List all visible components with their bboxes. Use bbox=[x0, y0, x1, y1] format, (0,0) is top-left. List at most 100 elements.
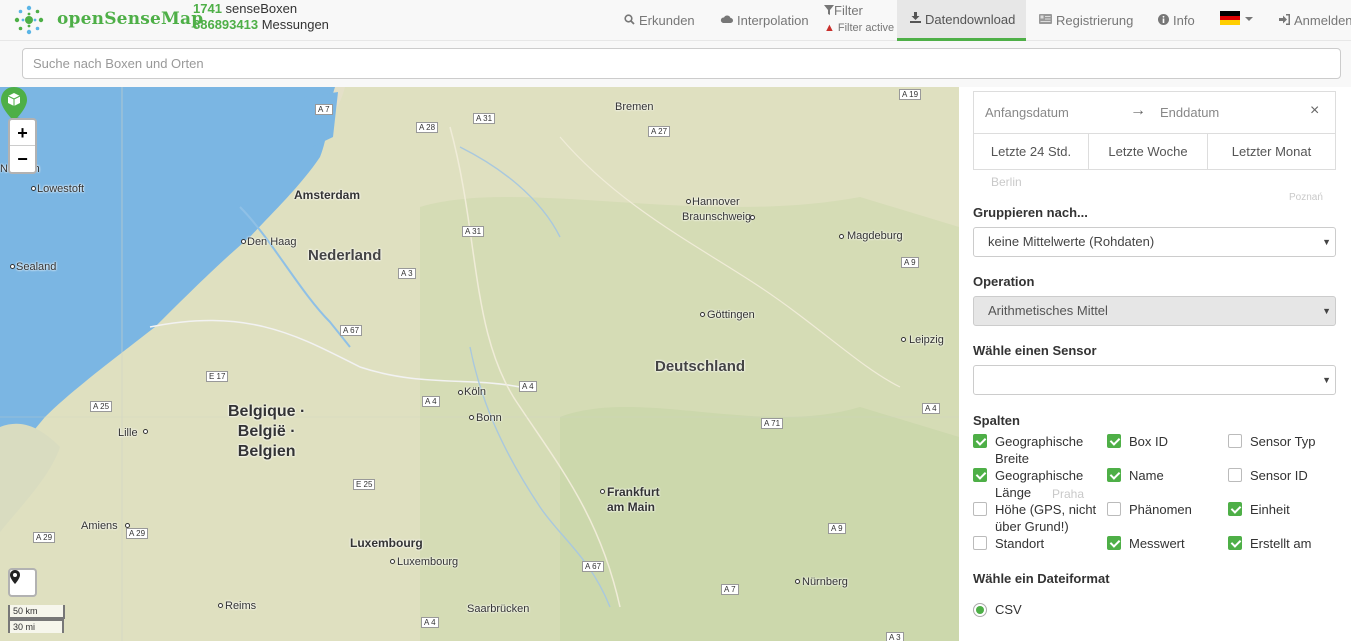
nav-explore[interactable]: Erkunden bbox=[624, 0, 695, 41]
road-shield: A 7 bbox=[721, 584, 739, 595]
checkbox-box[interactable] bbox=[973, 468, 987, 482]
map-bg-label-berlin: Berlin bbox=[991, 175, 1022, 189]
map-scale: 50 km 30 mi bbox=[8, 605, 65, 633]
last-month-button[interactable]: Letzter Monat bbox=[1208, 134, 1336, 170]
checkbox-box[interactable] bbox=[973, 434, 987, 448]
road-shield: A 67 bbox=[340, 325, 363, 336]
checkbox-box[interactable] bbox=[1107, 434, 1121, 448]
column-checkbox[interactable]: Sensor ID bbox=[1228, 467, 1338, 484]
nav-interpolation-label: Interpolation bbox=[737, 13, 809, 28]
checkbox-box[interactable] bbox=[1228, 502, 1242, 516]
german-flag-icon[interactable] bbox=[1220, 11, 1240, 25]
checkbox-box[interactable] bbox=[973, 502, 987, 516]
map-dot-reims bbox=[218, 603, 223, 608]
start-date-input[interactable]: Anfangsdatum bbox=[985, 105, 1069, 120]
checkbox-box[interactable] bbox=[1107, 502, 1121, 516]
checkbox-box[interactable] bbox=[973, 536, 987, 550]
map-label-frankfurt-2: am Main bbox=[607, 500, 656, 514]
checkbox-box[interactable] bbox=[1228, 536, 1242, 550]
column-checkbox[interactable]: Sensor Typ bbox=[1228, 433, 1338, 450]
map-label-bremen: Bremen bbox=[615, 101, 654, 113]
checkbox-box[interactable] bbox=[1228, 434, 1242, 448]
date-range: Anfangsdatum → Enddatum × bbox=[973, 91, 1336, 134]
brand-name[interactable]: openSenseMap bbox=[57, 9, 203, 29]
map-label-hannover: Hannover bbox=[692, 196, 740, 208]
road-shield: A 31 bbox=[462, 226, 485, 237]
nav-explore-label: Erkunden bbox=[639, 13, 695, 28]
nav-login-label: Anmelden bbox=[1294, 13, 1351, 28]
radio-button[interactable] bbox=[973, 602, 987, 617]
column-checkbox[interactable]: Standort bbox=[973, 535, 1103, 552]
search-input[interactable] bbox=[22, 48, 1341, 79]
opensensemap-logo-icon[interactable] bbox=[12, 3, 46, 37]
column-checkbox[interactable]: Messwert bbox=[1107, 535, 1217, 552]
checkbox-box[interactable] bbox=[1107, 468, 1121, 482]
column-checkbox[interactable]: Höhe (GPS, nicht über Grund!) bbox=[973, 501, 1103, 535]
zoom-in-button[interactable]: + bbox=[10, 120, 35, 146]
nav-interpolation[interactable]: Interpolation bbox=[720, 0, 809, 41]
navbar: openSenseMap 1741 senseBoxen 886893413 M… bbox=[0, 0, 1351, 41]
map-bg-label-poznan: Poznań bbox=[1289, 192, 1323, 203]
checkbox-label: Geographische Breite bbox=[995, 434, 1084, 466]
nav-login[interactable]: Anmelden bbox=[1279, 0, 1351, 41]
language-caret-icon[interactable] bbox=[1245, 17, 1253, 21]
map-marker-icon bbox=[10, 570, 20, 584]
road-shield: A 25 bbox=[90, 401, 113, 412]
scale-imperial: 30 mi bbox=[8, 619, 64, 633]
sensor-select[interactable]: ▼ bbox=[973, 365, 1336, 395]
map-label-magdeburg: Magdeburg bbox=[847, 230, 903, 242]
checkbox-label: Name bbox=[1129, 468, 1164, 483]
stats: 1741 senseBoxen 886893413 Messungen bbox=[193, 1, 329, 33]
close-icon[interactable]: × bbox=[1310, 102, 1319, 120]
map-label-sealand: Sealand bbox=[16, 261, 57, 273]
filter-status: Filter active bbox=[837, 22, 895, 34]
nav-register[interactable]: Registrierung bbox=[1039, 0, 1133, 41]
nav-download[interactable]: Datendownload bbox=[897, 0, 1026, 41]
road-shield: A 19 bbox=[899, 89, 922, 100]
arrow-right-icon: → bbox=[1130, 102, 1146, 119]
map-label-reims: Reims bbox=[225, 600, 257, 612]
last-week-button[interactable]: Letzte Woche bbox=[1089, 134, 1208, 170]
road-shield: A 29 bbox=[33, 532, 56, 543]
map-dot-frankfurt bbox=[600, 489, 605, 494]
column-checkbox[interactable]: Name bbox=[1107, 467, 1217, 484]
map-label-belgium-de: Belgien bbox=[237, 443, 296, 460]
map-label-goettingen: Göttingen bbox=[707, 309, 755, 321]
operation-label: Operation bbox=[973, 274, 1035, 289]
road-shield: A 4 bbox=[519, 381, 537, 392]
column-checkbox[interactable]: Phänomen bbox=[1107, 501, 1217, 518]
operation-select[interactable]: Arithmetisches Mittel ▼ bbox=[973, 296, 1336, 326]
road-shield: A 7 bbox=[315, 104, 333, 115]
format-radio-csv[interactable]: CSV bbox=[973, 602, 1022, 617]
road-shield: A 4 bbox=[421, 617, 439, 628]
nav-info[interactable]: Info bbox=[1158, 0, 1195, 41]
checkbox-box[interactable] bbox=[1228, 468, 1242, 482]
column-checkbox[interactable]: Erstellt am bbox=[1228, 535, 1338, 552]
sensor-label: Wähle einen Sensor bbox=[973, 343, 1097, 358]
checkbox-label: Phänomen bbox=[1129, 502, 1192, 517]
map-label-belgium-fr: Belgique · bbox=[228, 403, 306, 420]
road-shield: A 71 bbox=[761, 418, 784, 429]
download-panel: Berlin Poznań Praha Anfangsdatum → Endda… bbox=[959, 87, 1351, 641]
checkbox-box[interactable] bbox=[1107, 536, 1121, 550]
map-label-luxembourg-country: Luxembourg bbox=[350, 536, 423, 550]
map-label-amsterdam: Amsterdam bbox=[294, 188, 361, 202]
measurements-label: Messungen bbox=[261, 17, 329, 32]
map[interactable]: Bremen Hannover Braunschweig Magdeburg A… bbox=[0, 87, 959, 641]
column-checkbox[interactable]: Geographische Länge bbox=[973, 467, 1103, 501]
column-checkbox[interactable]: Geographische Breite bbox=[973, 433, 1103, 467]
end-date-input[interactable]: Enddatum bbox=[1160, 105, 1219, 120]
road-shield: A 27 bbox=[648, 126, 671, 137]
column-checkbox[interactable]: Box ID bbox=[1107, 433, 1217, 450]
column-checkbox[interactable]: Einheit bbox=[1228, 501, 1338, 518]
map-label-belgium: Belgique · België · Belgien bbox=[228, 402, 305, 462]
zoom-control: + − bbox=[8, 118, 37, 174]
locate-button[interactable] bbox=[8, 568, 37, 597]
map-dot-hannover bbox=[686, 199, 691, 204]
last-24h-button[interactable]: Letzte 24 Std. bbox=[973, 134, 1089, 170]
group-select[interactable]: keine Mittelwerte (Rohdaten) ▼ bbox=[973, 227, 1336, 257]
map-dot-lowestoft bbox=[31, 186, 36, 191]
filter-icon bbox=[824, 3, 834, 18]
zoom-out-button[interactable]: − bbox=[10, 146, 35, 172]
map-dot-magdeburg bbox=[839, 234, 844, 239]
